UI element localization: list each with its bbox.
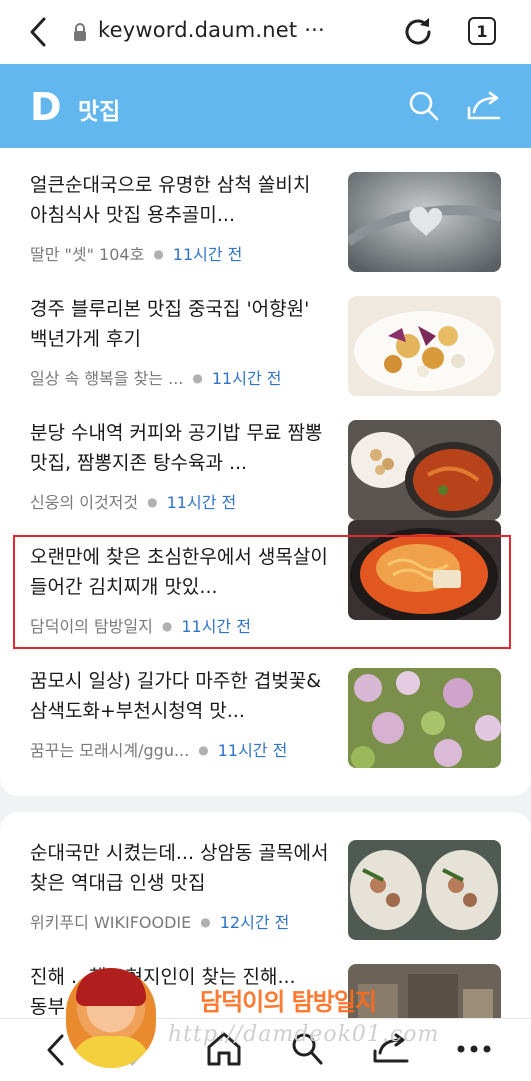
- separator-dot: ●: [200, 915, 211, 929]
- article-title[interactable]: 순대국만 시켰는데... 상암동 골목에서 찾은 역대급 인생 맛집: [30, 838, 330, 898]
- article-list-card: 얼큰순대국으로 유명한 삼척 쏠비치 아침식사 맛집 용추골미... 딸만 "셋…: [0, 148, 531, 796]
- more-icon[interactable]: [456, 1041, 492, 1057]
- browser-url-bar: keyword.daum.net ··· 1: [0, 0, 531, 64]
- article-meta: 일상 속 행복을 찾는 ... ● 11시간 전: [30, 365, 281, 389]
- article-source: 일상 속 행복을 찾는 ...: [30, 369, 184, 388]
- separator-dot: ●: [192, 371, 203, 385]
- tabs-icon[interactable]: 1: [468, 17, 496, 45]
- watermark-url: http://damdeok01.com: [168, 1022, 440, 1047]
- article-source: 위키푸디 WIKIFOODIE: [30, 913, 192, 932]
- separator-dot: ●: [198, 743, 209, 757]
- separator-dot: ●: [147, 495, 158, 509]
- article-thumbnail[interactable]: [348, 840, 501, 940]
- article-item[interactable]: 순대국만 시켰는데... 상암동 골목에서 찾은 역대급 인생 맛집 위키푸디 …: [0, 816, 531, 940]
- back-icon[interactable]: [24, 16, 54, 48]
- separator-dot: ●: [153, 247, 164, 261]
- article-time: 12시간 전: [219, 913, 290, 932]
- nav-back-icon[interactable]: [44, 1033, 68, 1067]
- lock-icon: [74, 23, 86, 41]
- reload-icon[interactable]: [400, 14, 436, 50]
- article-thumbnail[interactable]: [348, 420, 501, 520]
- article-time: 11시간 전: [211, 369, 282, 388]
- watermark-title: 담덕이의 탐방일지: [200, 987, 377, 1016]
- article-meta: 신웅의 이것저것 ● 11시간 전: [30, 489, 236, 513]
- article-item[interactable]: 분당 수내역 커피와 공기밥 무료 짬뽕 맛집, 짬뽕지존 탕수육과 ... 신…: [0, 396, 531, 520]
- article-title[interactable]: 얼큰순대국으로 유명한 삼척 쏠비치 아침식사 맛집 용추골미...: [30, 170, 330, 230]
- article-time: 11시간 전: [217, 741, 288, 760]
- article-source: 꿈꾸는 모래시계/ggu...: [30, 741, 190, 760]
- article-source: 딸만 "셋" 104호: [30, 245, 145, 264]
- article-time: 11시간 전: [166, 493, 237, 512]
- search-icon[interactable]: [408, 90, 440, 122]
- article-meta: 꿈꾸는 모래시계/ggu... ● 11시간 전: [30, 737, 287, 761]
- url-text[interactable]: keyword.daum.net ···: [98, 18, 325, 42]
- article-source: 신웅의 이것저것: [30, 493, 139, 512]
- article-thumbnail[interactable]: [348, 296, 501, 396]
- article-title[interactable]: 꿈모시 일상) 길가다 마주한 겹벚꽃&삼색도화+부천시청역 맛...: [30, 666, 330, 726]
- article-thumbnail[interactable]: [348, 172, 501, 272]
- daum-header: D 맛집: [0, 64, 531, 148]
- article-item[interactable]: 경주 블루리본 맛집 중국집 '어향원' 백년가게 후기 일상 속 행복을 찾는…: [0, 272, 531, 396]
- article-time: 11시간 전: [172, 245, 243, 264]
- article-title[interactable]: 경주 블루리본 맛집 중국집 '어향원' 백년가게 후기: [30, 294, 330, 354]
- share-icon[interactable]: [466, 90, 502, 122]
- page-title: 맛집: [78, 99, 121, 125]
- article-meta: 딸만 "셋" 104호 ● 11시간 전: [30, 241, 242, 265]
- article-item[interactable]: 얼큰순대국으로 유명한 삼척 쏠비치 아침식사 맛집 용추골미... 딸만 "셋…: [0, 148, 531, 272]
- watermark-avatar: [66, 968, 156, 1068]
- article-meta: 위키푸디 WIKIFOODIE ● 12시간 전: [30, 909, 289, 933]
- article-item[interactable]: 꿈모시 일상) 길가다 마주한 겹벚꽃&삼색도화+부천시청역 맛... 꿈꾸는 …: [0, 644, 531, 768]
- article-title[interactable]: 분당 수내역 커피와 공기밥 무료 짬뽕 맛집, 짬뽕지존 탕수육과 ...: [30, 418, 330, 478]
- avatar-shirt: [71, 1036, 151, 1068]
- daum-logo[interactable]: D: [30, 88, 66, 126]
- highlight-box: [13, 535, 511, 649]
- article-thumbnail[interactable]: [348, 668, 501, 768]
